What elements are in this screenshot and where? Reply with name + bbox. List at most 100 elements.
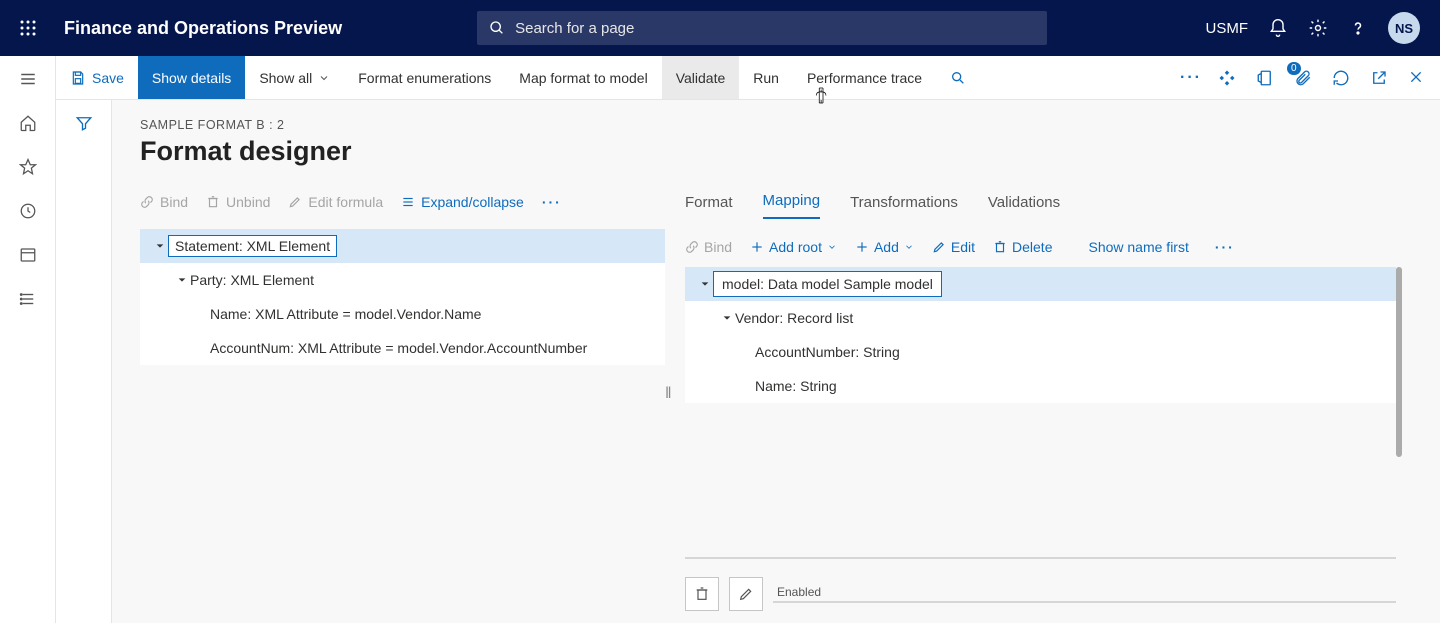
gear-icon[interactable] xyxy=(1308,18,1328,38)
left-more-icon[interactable]: ··· xyxy=(542,194,562,210)
show-all-button[interactable]: Show all xyxy=(245,56,344,99)
modules-icon[interactable] xyxy=(19,290,37,308)
caret-down-icon[interactable] xyxy=(152,241,168,251)
tab-validations[interactable]: Validations xyxy=(988,194,1060,219)
show-name-first-button[interactable]: Show name first xyxy=(1088,239,1188,255)
add-root-button[interactable]: Add root xyxy=(750,239,837,255)
expand-collapse-button[interactable]: Expand/collapse xyxy=(401,194,524,210)
tab-transformations[interactable]: Transformations xyxy=(850,194,958,219)
splitter-handle-icon[interactable]: ‖ xyxy=(665,385,672,403)
save-label: Save xyxy=(92,70,124,86)
tree-row[interactable]: Name: String xyxy=(685,369,1396,403)
mapping-toolbar: Bind Add root Add xyxy=(685,239,1396,255)
app-title: Finance and Operations Preview xyxy=(64,18,342,39)
tree-row[interactable]: Statement: XML Element xyxy=(140,229,665,263)
unbind-button[interactable]: Unbind xyxy=(206,194,270,210)
path-input[interactable] xyxy=(685,557,1396,559)
tree-row[interactable]: AccountNum: XML Attribute = model.Vendor… xyxy=(140,331,665,365)
tree-row[interactable]: Name: XML Attribute = model.Vendor.Name xyxy=(140,297,665,331)
run-button[interactable]: Run xyxy=(739,56,793,99)
attachments-badge: 0 xyxy=(1287,62,1301,75)
workspaces-icon[interactable] xyxy=(19,246,37,264)
edit-label: Edit xyxy=(951,239,975,255)
caret-down-icon[interactable] xyxy=(719,313,735,323)
format-enum-label: Format enumerations xyxy=(358,70,491,86)
scrollbar[interactable] xyxy=(1396,267,1402,403)
more-icon[interactable]: ··· xyxy=(1180,69,1198,87)
hamburger-icon[interactable] xyxy=(19,70,37,88)
bind-button[interactable]: Bind xyxy=(140,194,188,210)
format-tree-pane: Bind Unbind Edit formula xyxy=(140,185,665,623)
run-label: Run xyxy=(753,70,779,86)
caret-down-icon[interactable] xyxy=(174,275,190,285)
tree-node-label: Name: XML Attribute = model.Vendor.Name xyxy=(210,306,481,322)
tree-node-label: Statement: XML Element xyxy=(168,235,337,257)
show-details-button[interactable]: Show details xyxy=(138,56,245,99)
tree-node-label: Party: XML Element xyxy=(190,272,314,288)
attachments-icon[interactable]: 0 xyxy=(1294,69,1312,87)
search-input[interactable] xyxy=(515,20,1035,37)
bind-label: Bind xyxy=(704,239,732,255)
tab-format[interactable]: Format xyxy=(685,194,733,219)
add-label: Add xyxy=(874,239,899,255)
map-format-button[interactable]: Map format to model xyxy=(505,56,661,99)
bell-icon[interactable] xyxy=(1268,18,1288,38)
expand-collapse-label: Expand/collapse xyxy=(421,194,524,210)
validate-button[interactable]: Validate xyxy=(662,56,740,99)
waffle-icon[interactable] xyxy=(0,19,56,37)
tree-node-label: model: Data model Sample model xyxy=(713,271,942,297)
format-tree: Statement: XML Element Party: XML Elemen… xyxy=(140,229,665,365)
tab-mapping[interactable]: Mapping xyxy=(763,192,821,219)
perf-trace-label: Performance trace xyxy=(807,70,922,86)
page-title: Format designer xyxy=(140,136,1440,167)
caret-down-icon[interactable] xyxy=(697,279,713,289)
save-button[interactable]: Save xyxy=(56,56,138,99)
enabled-input[interactable] xyxy=(773,601,1396,603)
refresh-icon[interactable] xyxy=(1332,69,1350,87)
home-icon[interactable] xyxy=(19,114,37,132)
edit-prop-button[interactable] xyxy=(729,577,763,611)
tree-row[interactable]: model: Data model Sample model xyxy=(685,267,1396,301)
format-toolbar: Bind Unbind Edit formula xyxy=(140,185,665,219)
bind-button[interactable]: Bind xyxy=(685,239,732,255)
map-format-label: Map format to model xyxy=(519,70,647,86)
performance-trace-button[interactable]: Performance trace xyxy=(793,56,936,99)
help-icon[interactable] xyxy=(1348,18,1368,38)
filter-icon[interactable] xyxy=(75,114,93,623)
validate-label: Validate xyxy=(676,70,726,86)
delete-prop-button[interactable] xyxy=(685,577,719,611)
popout-icon[interactable] xyxy=(1370,69,1388,87)
app-header: Finance and Operations Preview USMF NS xyxy=(0,0,1440,56)
user-avatar[interactable]: NS xyxy=(1388,12,1420,44)
right-tabs: Format Mapping Transformations Validatio… xyxy=(685,185,1396,219)
close-icon[interactable] xyxy=(1408,69,1426,87)
recent-icon[interactable] xyxy=(19,202,37,220)
right-more-icon[interactable]: ··· xyxy=(1215,239,1235,255)
edit-formula-label: Edit formula xyxy=(308,194,383,210)
legal-entity[interactable]: USMF xyxy=(1206,20,1249,37)
bind-label: Bind xyxy=(160,194,188,210)
office-icon[interactable] xyxy=(1256,69,1274,87)
tree-row[interactable]: Party: XML Element xyxy=(140,263,665,297)
format-enumerations-button[interactable]: Format enumerations xyxy=(344,56,505,99)
tree-node-label: Vendor: Record list xyxy=(735,310,853,326)
search-icon xyxy=(489,20,505,36)
tree-row[interactable]: AccountNumber: String xyxy=(685,335,1396,369)
search-input-wrap[interactable] xyxy=(477,11,1047,45)
show-details-label: Show details xyxy=(152,70,231,86)
tree-row[interactable]: Vendor: Record list xyxy=(685,301,1396,335)
tree-node-label: Name: String xyxy=(755,378,837,394)
enabled-label: Enabled xyxy=(777,585,1396,599)
edit-formula-button[interactable]: Edit formula xyxy=(288,194,383,210)
delete-button[interactable]: Delete xyxy=(993,239,1052,255)
mapping-pane: Format Mapping Transformations Validatio… xyxy=(685,185,1440,623)
find-button[interactable] xyxy=(936,56,980,99)
edit-button[interactable]: Edit xyxy=(932,239,975,255)
show-all-label: Show all xyxy=(259,70,312,86)
unbind-label: Unbind xyxy=(226,194,270,210)
star-icon[interactable] xyxy=(19,158,37,176)
grid-options-icon[interactable] xyxy=(1218,69,1236,87)
add-button[interactable]: Add xyxy=(855,239,914,255)
delete-label: Delete xyxy=(1012,239,1052,255)
tree-node-label: AccountNum: XML Attribute = model.Vendor… xyxy=(210,340,587,356)
